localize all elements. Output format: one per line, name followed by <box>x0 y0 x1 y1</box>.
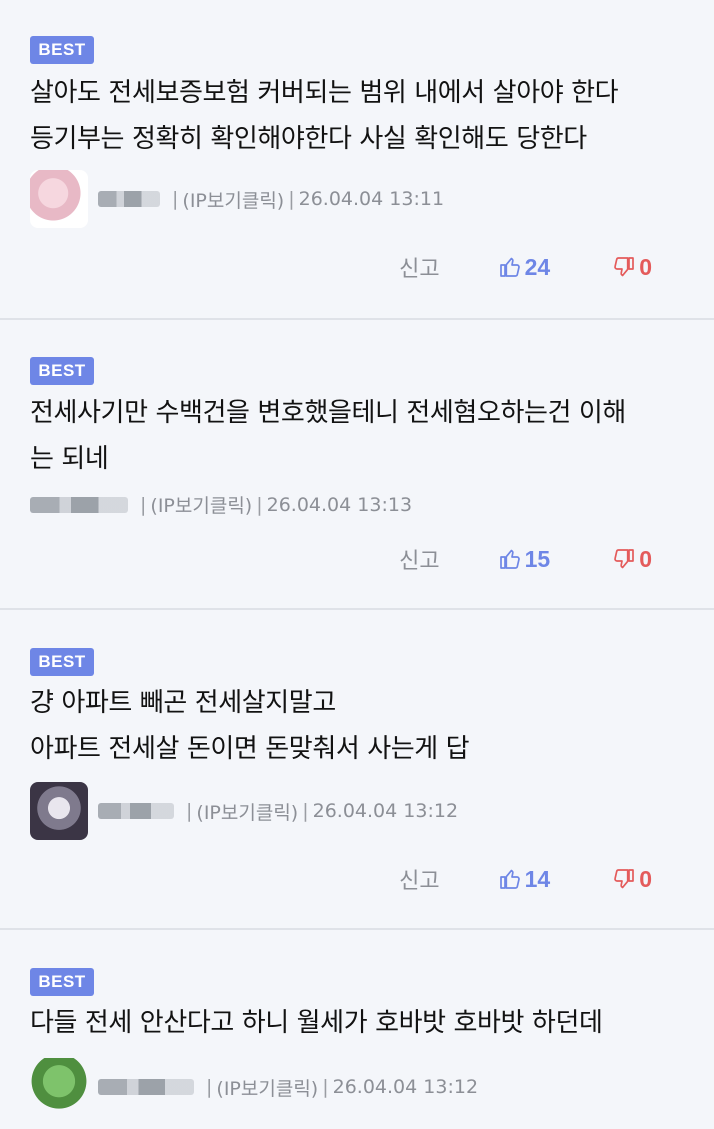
ip-view-link[interactable]: (IP보기클릭) <box>196 798 298 825</box>
downvote-button[interactable]: 0 <box>612 546 652 573</box>
avatar[interactable] <box>30 170 88 228</box>
comment-item: BEST 걍 아파트 빼곤 전세살지말고 아파트 전세살 돈이면 돈맞춰서 사는… <box>0 610 714 930</box>
downvote-count: 0 <box>639 865 652 892</box>
best-badge: BEST <box>30 357 94 385</box>
comment-meta: | (IP보기클릭) | 26.04.04 13:12 <box>30 782 458 840</box>
upvote-count: 24 <box>524 253 551 280</box>
report-button[interactable]: 신고 <box>399 543 439 575</box>
separator: | <box>256 493 263 516</box>
best-badge: BEST <box>30 36 94 64</box>
ip-view-link[interactable]: (IP보기클릭) <box>150 491 252 518</box>
comment-actions: 신고 15 0 <box>399 543 652 575</box>
report-button[interactable]: 신고 <box>399 251 439 283</box>
ip-view-link[interactable]: (IP보기클릭) <box>182 186 284 213</box>
best-badge: BEST <box>30 968 94 996</box>
separator: | <box>172 188 179 210</box>
separator: | <box>186 800 193 822</box>
nickname-blurred[interactable] <box>98 191 160 207</box>
thumbs-down-icon <box>614 549 635 569</box>
comment-text: 살아도 전세보증보험 커버되는 범위 내에서 살아야 한다 등기부는 정확히 확… <box>30 78 619 154</box>
comment-meta: | (IP보기클릭) | 26.04.04 13:11 <box>30 170 444 228</box>
comment-item: BEST 다들 전세 안산다고 하니 월세가 호바밧 호바밧 하던데 | (IP… <box>0 930 714 1129</box>
thumbs-up-icon <box>499 869 520 889</box>
ip-view-link[interactable]: (IP보기클릭) <box>216 1074 318 1101</box>
separator: | <box>206 1076 213 1098</box>
separator: | <box>302 800 309 822</box>
separator: | <box>322 1076 329 1098</box>
upvote-button[interactable]: 14 <box>498 865 551 893</box>
downvote-button[interactable]: 0 <box>612 866 652 893</box>
upvote-button[interactable]: 24 <box>498 253 551 281</box>
comment-item: BEST 전세사기만 수백건을 변호했을테니 전세혐오하는건 이해 는 되네 |… <box>0 320 714 610</box>
thumbs-down-icon <box>614 869 635 889</box>
report-button[interactable]: 신고 <box>399 863 439 895</box>
downvote-button[interactable]: 0 <box>612 254 652 281</box>
nickname-blurred[interactable] <box>98 803 174 819</box>
nickname-blurred[interactable] <box>30 496 128 513</box>
comment-date: 26.04.04 13:12 <box>332 1076 479 1098</box>
downvote-count: 0 <box>639 545 652 572</box>
best-badge: BEST <box>30 648 94 676</box>
nickname-blurred[interactable] <box>98 1079 194 1095</box>
upvote-count: 14 <box>524 865 551 892</box>
comment-text: 걍 아파트 빼곤 전세살지말고 아파트 전세살 돈이면 돈맞춰서 사는게 답 <box>30 688 470 764</box>
upvote-count: 15 <box>524 545 551 572</box>
separator: | <box>288 188 295 210</box>
thumbs-up-icon <box>499 257 520 277</box>
comment-date: 26.04.04 13:12 <box>312 800 459 822</box>
comment-meta: | (IP보기클릭) | 26.04.04 13:13 <box>30 491 412 518</box>
comment-item: BEST 살아도 전세보증보험 커버되는 범위 내에서 살아야 한다 등기부는 … <box>0 0 714 320</box>
comment-actions: 신고 14 0 <box>399 863 652 895</box>
avatar[interactable] <box>30 1058 88 1116</box>
thumbs-down-icon <box>614 257 635 277</box>
comment-text: 다들 전세 안산다고 하니 월세가 호바밧 호바밧 하던데 <box>30 1008 603 1038</box>
downvote-count: 0 <box>639 253 652 280</box>
separator: | <box>140 493 147 516</box>
thumbs-up-icon <box>499 549 520 569</box>
comment-date: 26.04.04 13:11 <box>298 188 445 210</box>
comment-text: 전세사기만 수백건을 변호했을테니 전세혐오하는건 이해 는 되네 <box>30 398 626 474</box>
comment-date: 26.04.04 13:13 <box>266 493 413 516</box>
comment-actions: 신고 24 0 <box>399 251 652 283</box>
upvote-button[interactable]: 15 <box>498 545 551 573</box>
avatar[interactable] <box>30 782 88 840</box>
comment-meta: | (IP보기클릭) | 26.04.04 13:12 <box>30 1058 478 1116</box>
